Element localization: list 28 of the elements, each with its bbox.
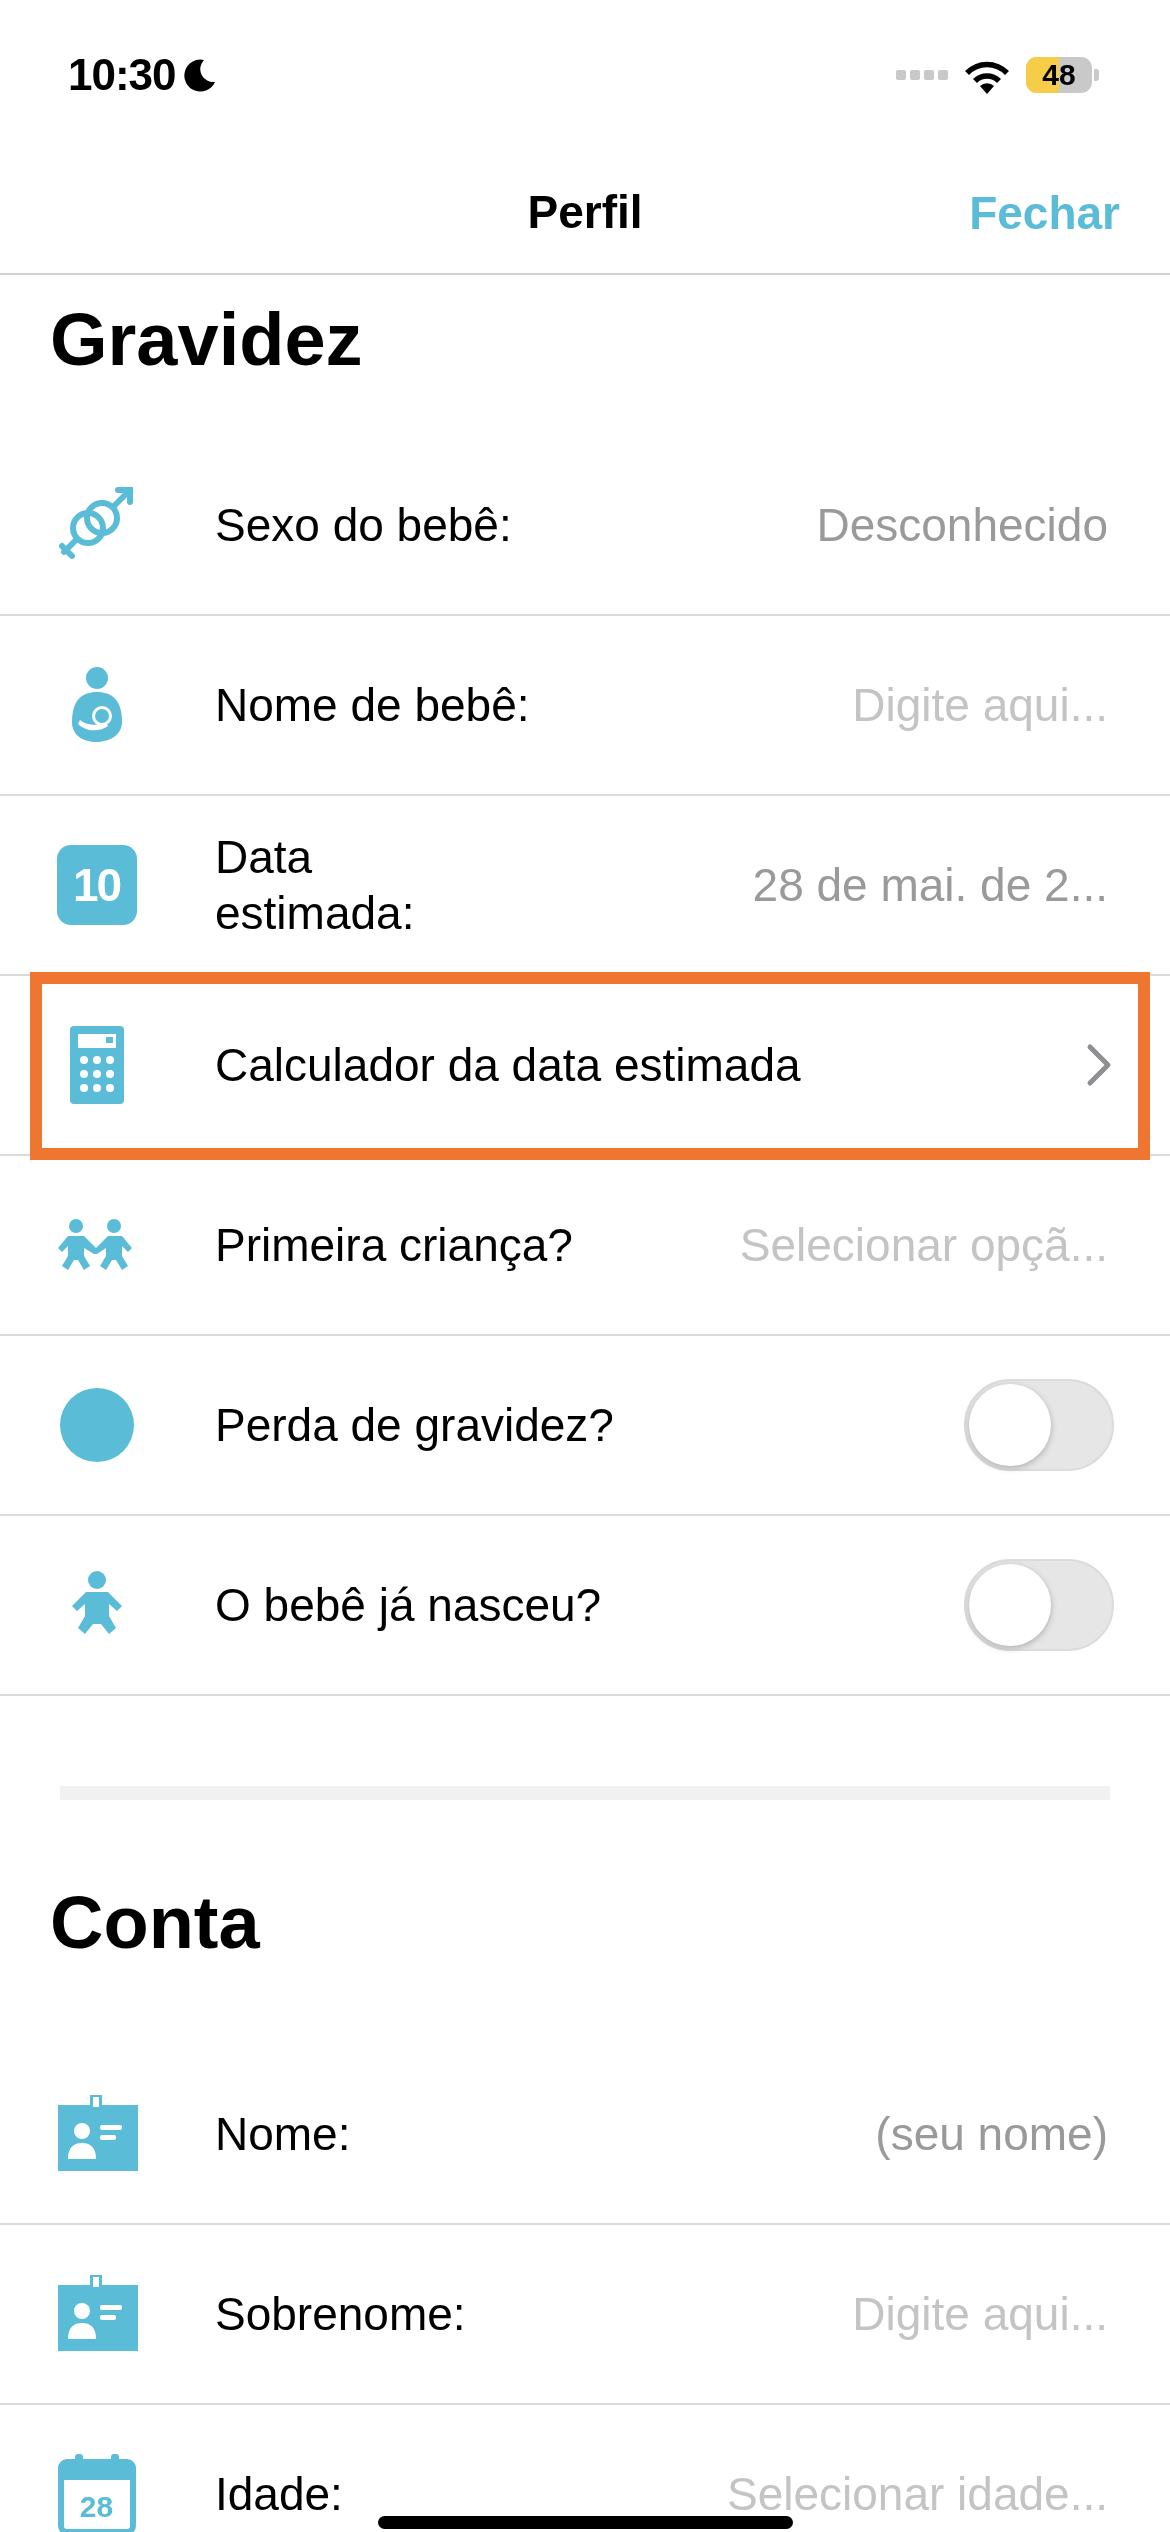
section-heading: Conta [49,1880,261,1966]
row-label: Idade: [215,2466,343,2522]
field-value[interactable]: 28 de mai. de 2... [752,858,1170,912]
chevron-icon [1086,1043,1112,1087]
calendar-date-icon: 10 [56,845,137,925]
row-label[interactable]: Calculador da data estimada [215,1036,801,1094]
input-placeholder[interactable]: Digite aqui... [852,2287,1170,2341]
battery-icon [1026,57,1100,93]
signal-icon [896,68,948,82]
close-button[interactable]: Fechar [969,186,1120,240]
moon-icon [183,58,216,92]
input-placeholder[interactable]: Selecionar opçã... [739,1218,1170,1272]
section-heading: Gravidez [49,297,364,383]
row-label: Nome: [215,2106,351,2162]
row-label: Primeira criança? [215,1217,573,1273]
row-label: Nome de bebê: [215,677,530,733]
battery-percent: 48 [1042,60,1076,90]
row-label: Sobrenome: [215,2286,466,2342]
input-placeholder[interactable]: Digite aqui... [852,678,1170,732]
input-placeholder[interactable]: Selecionar idade... [726,2467,1170,2521]
row-label: Perda de gravidez? [215,1397,614,1453]
row-label: O bebê já nasceu? [215,1577,602,1633]
status-time: 10:30 [68,50,176,100]
field-value[interactable]: Desconhecido [816,498,1170,552]
screen-title: Perfil [527,184,643,239]
field-value[interactable]: (seu nome) [875,2107,1170,2161]
row-label: Data estimada: [215,829,415,941]
row-label: Sexo do bebê: [215,497,512,553]
